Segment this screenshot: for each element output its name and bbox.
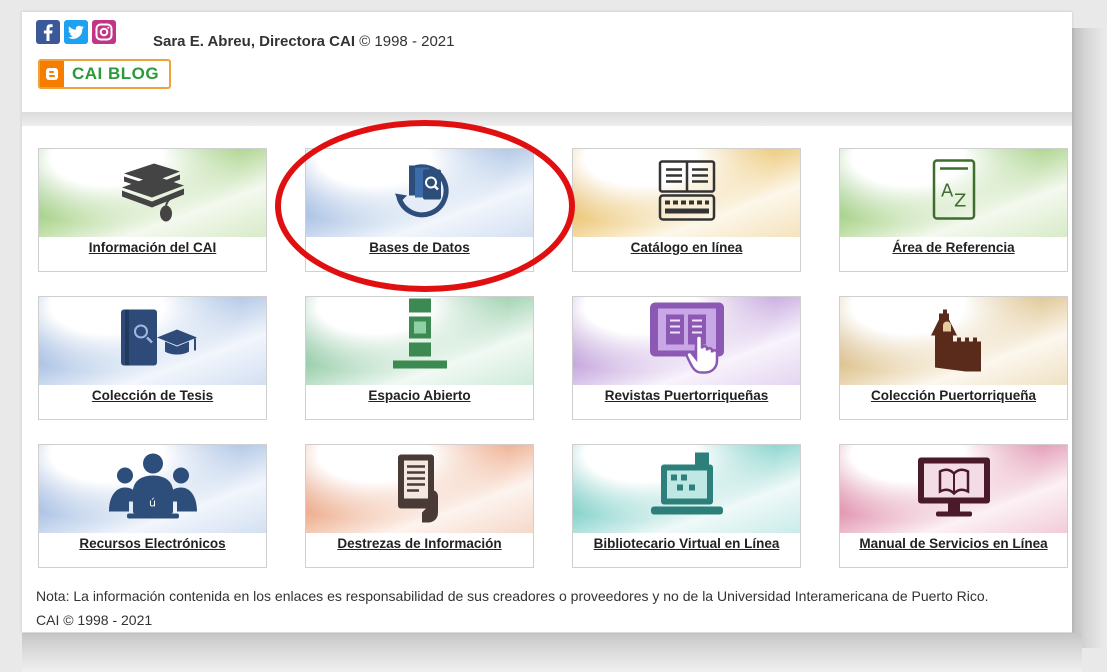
open-space-icon xyxy=(385,298,455,384)
tile-destrezas-de-informacion[interactable]: Destrezas de Información xyxy=(305,444,534,568)
twitter-icon[interactable] xyxy=(64,20,88,44)
database-search-icon xyxy=(385,158,455,229)
section-divider xyxy=(22,112,1072,126)
header: Sara E. Abreu, Directora CAI © 1998 - 20… xyxy=(22,12,1072,110)
tile-espacio-abierto[interactable]: Espacio Abierto xyxy=(305,296,534,420)
tile-label: Bases de Datos xyxy=(369,240,470,255)
users-laptop-icon: ú xyxy=(105,452,201,527)
tile-manual-de-servicios[interactable]: Manual de Servicios en Línea xyxy=(839,444,1068,568)
page-container: Sara E. Abreu, Directora CAI © 1998 - 20… xyxy=(22,12,1072,632)
facebook-icon[interactable] xyxy=(36,20,60,44)
svg-text:ú: ú xyxy=(149,497,156,510)
instagram-icon[interactable] xyxy=(92,20,116,44)
tile-bibliotecario-virtual[interactable]: Bibliotecario Virtual en Línea xyxy=(572,444,801,568)
tile-coleccion-de-tesis[interactable]: Colección de Tesis xyxy=(38,296,267,420)
tile-label: Colección Puertorriqueña xyxy=(870,388,1037,403)
tile-label: Área de Referencia xyxy=(892,240,1015,255)
fort-icon xyxy=(919,306,989,377)
tile-label: Destrezas de Información xyxy=(337,536,502,551)
tile-informacion-cai[interactable]: Información del CAI xyxy=(38,148,267,272)
thesis-graduation-icon xyxy=(107,306,199,377)
svg-text:A: A xyxy=(941,181,954,202)
disclaimer-note: Nota: La información contenida en los en… xyxy=(36,588,989,604)
credit-line: Sara E. Abreu, Directora CAI © 1998 - 20… xyxy=(153,33,454,50)
catalog-keyboard-icon xyxy=(652,158,722,229)
blog-label: CAI BLOG xyxy=(72,64,160,83)
credit-name: Sara E. Abreu, Directora CAI xyxy=(153,33,356,50)
blogger-icon xyxy=(40,61,64,87)
laptop-chat-icon xyxy=(647,451,727,528)
tile-bases-de-datos[interactable]: Bases de Datos xyxy=(305,148,534,272)
svg-text:Z: Z xyxy=(954,191,966,212)
credit-copyright: © 1998 - 2021 xyxy=(359,33,455,50)
tile-area-de-referencia[interactable]: AZ Área de Referencia xyxy=(839,148,1068,272)
tile-label: Espacio Abierto xyxy=(368,388,471,403)
dictionary-az-icon: AZ xyxy=(926,157,982,230)
tile-label: Bibliotecario Virtual en Línea xyxy=(593,536,780,551)
document-hand-icon xyxy=(388,451,452,528)
tile-label: Información del CAI xyxy=(88,240,217,255)
monitor-book-icon xyxy=(914,454,994,525)
tile-coleccion-puertorriquena[interactable]: Colección Puertorriqueña xyxy=(839,296,1068,420)
tile-label: Revistas Puertorriqueñas xyxy=(604,388,769,403)
tile-catalogo-en-linea[interactable]: Catálogo en línea xyxy=(572,148,801,272)
social-links xyxy=(36,20,116,44)
tile-label: Manual de Servicios en Línea xyxy=(859,536,1048,551)
books-mouse-icon xyxy=(114,158,192,229)
tile-label: Catálogo en línea xyxy=(630,240,743,255)
cai-blog-button[interactable]: CAI BLOG xyxy=(38,59,172,89)
tile-label: Colección de Tesis xyxy=(91,388,214,403)
footer-copyright: CAI © 1998 - 2021 xyxy=(36,612,153,628)
frame-shadow-bottom xyxy=(22,633,1082,672)
tile-revistas-puertorriquenas[interactable]: Revistas Puertorriqueñas xyxy=(572,296,801,420)
tile-label: Recursos Electrónicos xyxy=(79,536,226,551)
tablet-magazine-icon xyxy=(644,299,730,384)
frame-shadow-right xyxy=(1072,28,1107,648)
tile-recursos-electronicos[interactable]: ú Recursos Electrónicos xyxy=(38,444,267,568)
